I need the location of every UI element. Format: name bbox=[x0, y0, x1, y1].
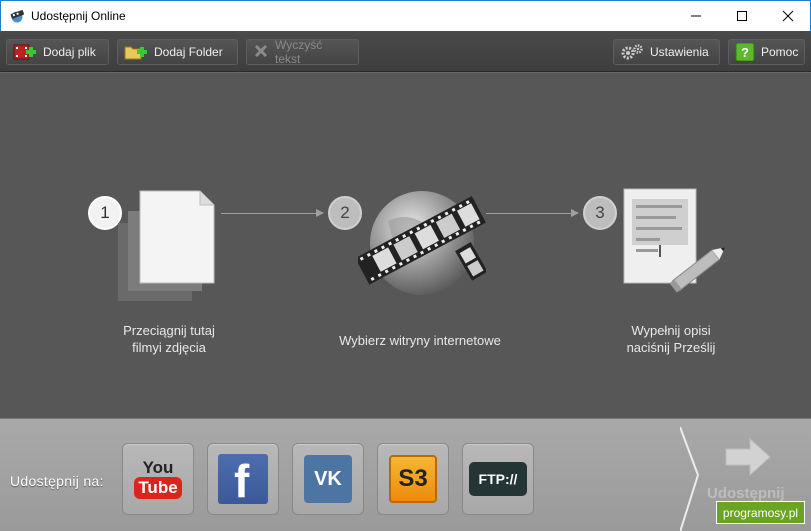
settings-button[interactable]: Ustawienia bbox=[613, 39, 720, 65]
share-label: Udostępnij na: bbox=[10, 473, 104, 489]
add-file-button[interactable]: Dodaj plik bbox=[6, 39, 109, 65]
youtube-button[interactable]: You Tube bbox=[122, 443, 194, 515]
ftp-button[interactable]: FTP:// bbox=[462, 443, 534, 515]
settings-label: Ustawienia bbox=[650, 45, 709, 59]
title-bar: Udostępnij Online bbox=[0, 0, 811, 31]
step-2-badge: 2 bbox=[328, 196, 362, 230]
clear-text-button[interactable]: Wyczyść tekst bbox=[246, 38, 359, 66]
help-icon: ? bbox=[735, 42, 755, 62]
step-1-badge: 1 bbox=[88, 196, 122, 230]
add-folder-button[interactable]: Dodaj Folder bbox=[117, 39, 238, 65]
drop-area[interactable]: 1 Przeciągnij tutaj filmyi zdjęcia 2 Wyb… bbox=[0, 72, 811, 418]
step-1-label: Przeciągnij tutaj filmyi zdjęcia bbox=[123, 323, 215, 355]
toolbar: Dodaj plik Dodaj Folder Wyczyść tekst Us… bbox=[0, 31, 811, 72]
svg-text:?: ? bbox=[741, 45, 749, 60]
globe-film-icon bbox=[355, 181, 488, 299]
add-folder-label: Dodaj Folder bbox=[154, 45, 223, 59]
vk-icon: VK bbox=[304, 455, 352, 503]
window-title: Udostępnij Online bbox=[31, 9, 126, 23]
step-3-badge: 3 bbox=[583, 196, 617, 230]
folder-add-icon bbox=[124, 43, 148, 61]
app-icon bbox=[9, 9, 25, 23]
watermark: programosy.pl bbox=[716, 501, 805, 524]
close-button[interactable] bbox=[765, 1, 811, 31]
document-edit-icon bbox=[622, 187, 730, 299]
help-label: Pomoc bbox=[761, 45, 799, 59]
step-2-label: Wybierz witryny internetowe bbox=[339, 333, 501, 348]
film-add-icon bbox=[13, 43, 37, 61]
step-3-label: Wypełnij opisi naciśnij Prześlij bbox=[626, 323, 716, 355]
arrow-right-icon bbox=[724, 437, 772, 477]
share-bar: Udostępnij na: You Tube f VK S3 FTP:// U… bbox=[0, 418, 811, 531]
maximize-button[interactable] bbox=[719, 1, 765, 31]
facebook-icon: f bbox=[218, 454, 268, 504]
upload-label: Udostępnij bbox=[707, 485, 785, 502]
vk-button[interactable]: VK bbox=[292, 443, 364, 515]
s3-button[interactable]: S3 bbox=[377, 443, 449, 515]
facebook-button[interactable]: f bbox=[207, 443, 279, 515]
clear-text-label: Wyczyść tekst bbox=[275, 38, 323, 66]
gears-icon bbox=[620, 43, 644, 61]
add-file-label: Dodaj plik bbox=[43, 45, 96, 59]
help-button[interactable]: ? Pomoc bbox=[728, 39, 805, 65]
close-x-icon bbox=[253, 43, 269, 61]
youtube-icon: You Tube bbox=[134, 459, 182, 499]
minimize-button[interactable] bbox=[673, 1, 719, 31]
documents-icon bbox=[118, 189, 218, 307]
s3-icon: S3 bbox=[389, 455, 437, 503]
ftp-icon: FTP:// bbox=[469, 462, 527, 496]
